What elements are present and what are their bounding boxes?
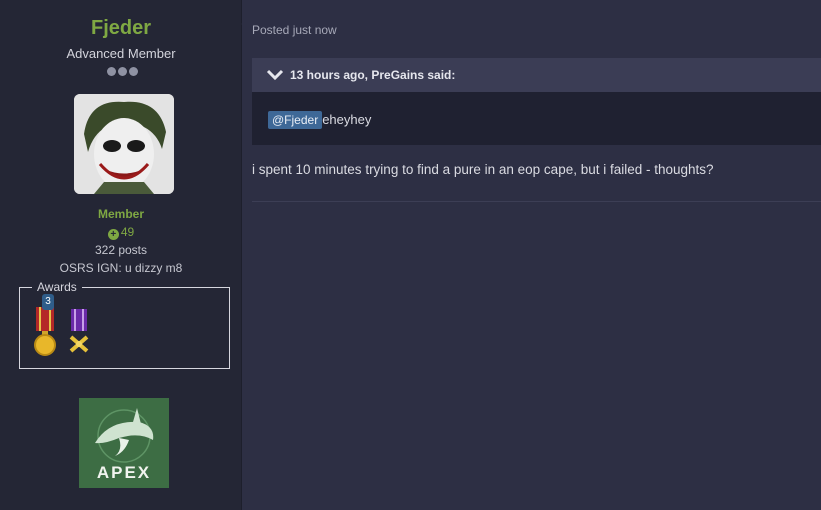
user-mention[interactable]: @Fjeder (268, 111, 323, 129)
quote-text: eheyhey (322, 112, 372, 127)
plus-circle-icon: + (107, 229, 119, 240)
joker-avatar-image (74, 94, 174, 194)
post-divider (252, 201, 821, 202)
chevron-down-icon[interactable] (266, 68, 284, 82)
quote-citation: 13 hours ago, PreGains said: (290, 68, 456, 82)
quote-header[interactable]: 13 hours ago, PreGains said: (252, 58, 821, 92)
reputation-value: 49 (120, 225, 135, 239)
author-post-count: 322 posts (94, 243, 148, 257)
post-meta: Posted just now (252, 23, 337, 37)
award-medal-icon[interactable] (34, 305, 56, 357)
signature-logo-text: APEX (96, 463, 152, 482)
author-group: Member (97, 207, 144, 221)
reputation-badge: +49 (0, 225, 242, 240)
award-swords-icon[interactable] (68, 307, 90, 355)
award-count-badge: 3 (42, 294, 54, 310)
awards-label: Awards (32, 280, 82, 294)
quote-body: @Fjeder eheyhey (252, 92, 821, 145)
awards-box: Awards 3 (19, 280, 230, 369)
author-panel: Fjeder Advanced Member Member +49 322 po… (0, 0, 242, 510)
signature-logo: APEX (79, 398, 169, 488)
author-rank-title: Advanced Member (66, 46, 176, 61)
rank-pips-icon (107, 67, 138, 76)
panel-arrow (228, 6, 242, 42)
author-username[interactable]: Fjeder (0, 17, 242, 40)
avatar[interactable] (74, 94, 174, 194)
author-custom-field: OSRS IGN: u dizzy m8 (59, 261, 183, 275)
post-body: i spent 10 minutes trying to find a pure… (252, 162, 714, 177)
